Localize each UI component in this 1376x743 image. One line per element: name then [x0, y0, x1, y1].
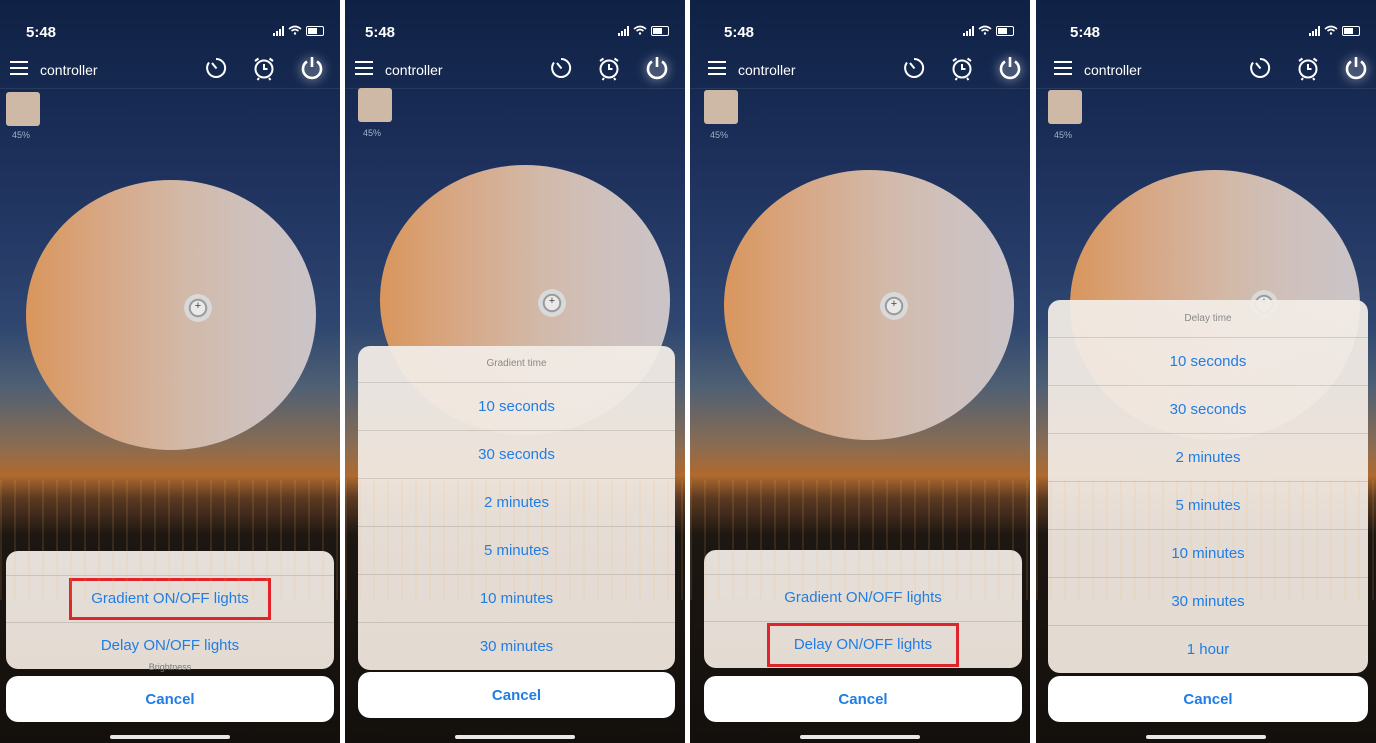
wifi-icon: [288, 24, 302, 38]
battery-icon: [1342, 26, 1360, 36]
alarm-clock-icon[interactable]: [250, 54, 278, 82]
color-wheel[interactable]: [724, 170, 1014, 440]
battery-icon: [996, 26, 1014, 36]
signal-icon: [273, 26, 284, 36]
sheet-item-gradient[interactable]: Gradient ON/OFF lights: [704, 575, 1022, 622]
sheet-item[interactable]: 2 minutes: [358, 479, 675, 527]
cancel-button[interactable]: Cancel: [6, 676, 334, 722]
action-sheet: Gradient ON/OFF lights Delay ON/OFF ligh…: [6, 551, 334, 669]
app-title: controller: [385, 62, 443, 78]
brightness-percent: 45%: [1054, 130, 1073, 140]
status-time: 5:48: [724, 24, 755, 41]
brightness-label: Brightness: [148, 662, 192, 672]
timer-icon[interactable]: [1246, 54, 1274, 82]
signal-icon: [1309, 26, 1320, 36]
wifi-icon: [633, 24, 647, 38]
gradient-time-sheet: Gradient time 10 seconds 30 seconds 2 mi…: [358, 346, 675, 670]
color-swatch[interactable]: [704, 90, 738, 124]
status-icons: [618, 24, 669, 38]
highlight-box: [69, 578, 271, 620]
status-time: 5:48: [365, 24, 396, 41]
sheet-item[interactable]: 2 minutes: [1048, 434, 1368, 482]
color-swatch[interactable]: [1048, 90, 1082, 124]
power-icon[interactable]: [298, 54, 326, 82]
sheet-item[interactable]: 30 minutes: [1048, 578, 1368, 626]
sheet-item[interactable]: 5 minutes: [358, 527, 675, 575]
wifi-icon: [978, 24, 992, 38]
app-title: controller: [1084, 62, 1142, 78]
signal-icon: [963, 26, 974, 36]
status-icons: [1309, 24, 1360, 38]
sheet-spacer: [704, 550, 1022, 575]
alarm-clock-icon[interactable]: [948, 54, 976, 82]
status-icons: [963, 24, 1014, 38]
sheet-item[interactable]: 10 minutes: [1048, 530, 1368, 578]
status-time: 5:48: [26, 24, 57, 41]
brightness-percent: 45%: [710, 130, 729, 140]
battery-icon: [651, 26, 669, 36]
sheet-item[interactable]: 10 seconds: [358, 383, 675, 431]
home-indicator: [110, 735, 230, 739]
timer-icon[interactable]: [900, 54, 928, 82]
status-time: 5:48: [1070, 24, 1101, 41]
menu-list-icon[interactable]: [708, 60, 726, 76]
home-indicator: [800, 735, 920, 739]
home-indicator: [1146, 735, 1266, 739]
signal-icon: [618, 26, 629, 36]
sheet-item[interactable]: 1 hour: [1048, 626, 1368, 673]
power-icon[interactable]: [643, 54, 671, 82]
sheet-spacer: [6, 551, 334, 576]
sheet-title: Delay time: [1048, 300, 1368, 338]
color-wheel-knob[interactable]: [538, 289, 566, 317]
color-swatch[interactable]: [6, 92, 40, 126]
power-icon[interactable]: [1342, 54, 1370, 82]
power-icon[interactable]: [996, 54, 1024, 82]
color-wheel-knob[interactable]: [880, 292, 908, 320]
sheet-item[interactable]: 10 seconds: [1048, 338, 1368, 386]
phone-screen-1: 5:48 controller 45% Gradient ON/OFF ligh…: [0, 0, 340, 743]
color-swatch[interactable]: [358, 88, 392, 122]
sheet-item[interactable]: 5 minutes: [1048, 482, 1368, 530]
phone-screen-2: 5:48 controller 45% Gradient time 10 sec…: [345, 0, 685, 743]
sheet-item[interactable]: 30 seconds: [1048, 386, 1368, 434]
menu-list-icon[interactable]: [355, 60, 373, 76]
timer-icon[interactable]: [202, 54, 230, 82]
timer-icon[interactable]: [547, 54, 575, 82]
brightness-percent: 45%: [363, 128, 382, 138]
cancel-button[interactable]: Cancel: [1048, 676, 1368, 722]
sheet-item-gradient[interactable]: Gradient ON/OFF lights: [6, 576, 334, 623]
highlight-box: [767, 623, 959, 667]
delay-time-sheet: Delay time 10 seconds 30 seconds 2 minut…: [1048, 300, 1368, 673]
top-bar: controller: [345, 54, 685, 89]
wifi-icon: [1324, 24, 1338, 38]
menu-list-icon[interactable]: [1054, 60, 1072, 76]
phone-screen-4: 5:48 controller 45% Delay time 10 second…: [1036, 0, 1376, 743]
action-sheet: Gradient ON/OFF lights Delay ON/OFF ligh…: [704, 550, 1022, 668]
brightness-percent: 45%: [12, 130, 31, 140]
cancel-button[interactable]: Cancel: [358, 672, 675, 718]
color-wheel[interactable]: [26, 180, 316, 450]
phone-screen-3: 5:48 controller 45% Gradient ON/OFF ligh…: [690, 0, 1030, 743]
home-indicator: [455, 735, 575, 739]
top-bar: controller: [1036, 54, 1376, 89]
app-title: controller: [40, 62, 98, 78]
sheet-item-delay[interactable]: Delay ON/OFF lights: [704, 622, 1022, 668]
menu-list-icon[interactable]: [10, 60, 28, 76]
battery-icon: [306, 26, 324, 36]
alarm-clock-icon[interactable]: [1294, 54, 1322, 82]
sheet-title: Gradient time: [358, 346, 675, 383]
alarm-clock-icon[interactable]: [595, 54, 623, 82]
status-icons: [273, 24, 324, 38]
sheet-item[interactable]: 30 seconds: [358, 431, 675, 479]
sheet-item[interactable]: 30 minutes: [358, 623, 675, 670]
sheet-item[interactable]: 10 minutes: [358, 575, 675, 623]
cancel-button[interactable]: Cancel: [704, 676, 1022, 722]
app-title: controller: [738, 62, 796, 78]
top-bar: controller: [690, 54, 1030, 89]
top-bar: controller: [0, 54, 340, 89]
color-wheel-knob[interactable]: [184, 294, 212, 322]
